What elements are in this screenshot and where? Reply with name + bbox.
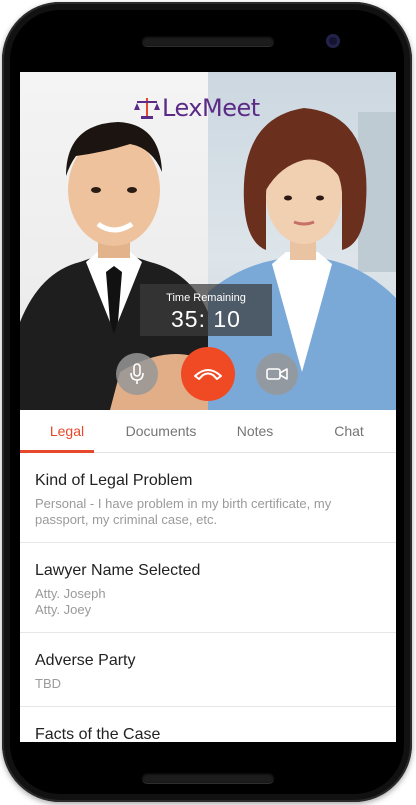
video-call-area: LexMeet Time Remaining 35: 10 bbox=[20, 72, 396, 410]
item-title: Lawyer Name Selected bbox=[35, 562, 201, 579]
lawyer-name: Atty. Joey bbox=[35, 602, 92, 617]
list-item-lawyer-name: Lawyer Name Selected Atty. Joseph Atty. … bbox=[20, 543, 396, 633]
tab-documents[interactable]: Documents bbox=[114, 410, 208, 452]
earpiece-speaker bbox=[142, 36, 274, 46]
tab-chat[interactable]: Chat bbox=[302, 410, 396, 452]
male-participant-image bbox=[20, 122, 208, 410]
bottom-speaker bbox=[142, 773, 274, 783]
tab-notes[interactable]: Notes bbox=[208, 410, 302, 452]
lawyer-name: Atty. Joseph bbox=[35, 586, 106, 601]
video-camera-icon bbox=[266, 368, 288, 380]
tab-bar: Legal Documents Notes Chat bbox=[20, 410, 396, 453]
item-value: Atty. Joseph Atty. Joey bbox=[35, 586, 396, 618]
item-title: Facts of the Case bbox=[35, 726, 161, 742]
lawyer-video-feed bbox=[20, 72, 208, 410]
phone-hangup-icon bbox=[194, 369, 222, 380]
toggle-camera-button[interactable] bbox=[256, 353, 298, 395]
lexmeet-logo: LexMeet bbox=[134, 94, 260, 122]
timer-label: Time Remaining bbox=[166, 292, 246, 304]
client-video-feed bbox=[208, 72, 396, 410]
app-screen: LexMeet Time Remaining 35: 10 Legal Docu… bbox=[20, 72, 396, 742]
list-item-facts-of-case: Facts of the Case bbox=[20, 707, 396, 742]
item-value: Personal - I have problem in my birth ce… bbox=[35, 496, 332, 527]
list-item-legal-problem: Kind of Legal Problem Personal - I have … bbox=[20, 453, 396, 543]
time-remaining-panel: Time Remaining 35: 10 bbox=[140, 284, 272, 336]
front-camera bbox=[326, 34, 340, 48]
mute-microphone-button[interactable] bbox=[116, 353, 158, 395]
item-title: Adverse Party bbox=[35, 652, 136, 669]
case-details-list: Kind of Legal Problem Personal - I have … bbox=[20, 453, 396, 742]
microphone-icon bbox=[130, 363, 144, 384]
tab-legal[interactable]: Legal bbox=[20, 410, 114, 452]
female-participant-image bbox=[208, 108, 396, 410]
timer-value: 35: 10 bbox=[171, 306, 241, 332]
item-title: Kind of Legal Problem bbox=[35, 472, 193, 489]
list-item-adverse-party: Adverse Party TBD bbox=[20, 633, 396, 707]
end-call-button[interactable] bbox=[181, 347, 235, 401]
scales-of-justice-icon bbox=[134, 98, 160, 119]
item-value: TBD bbox=[35, 676, 61, 691]
app-name: LexMeet bbox=[162, 94, 260, 122]
